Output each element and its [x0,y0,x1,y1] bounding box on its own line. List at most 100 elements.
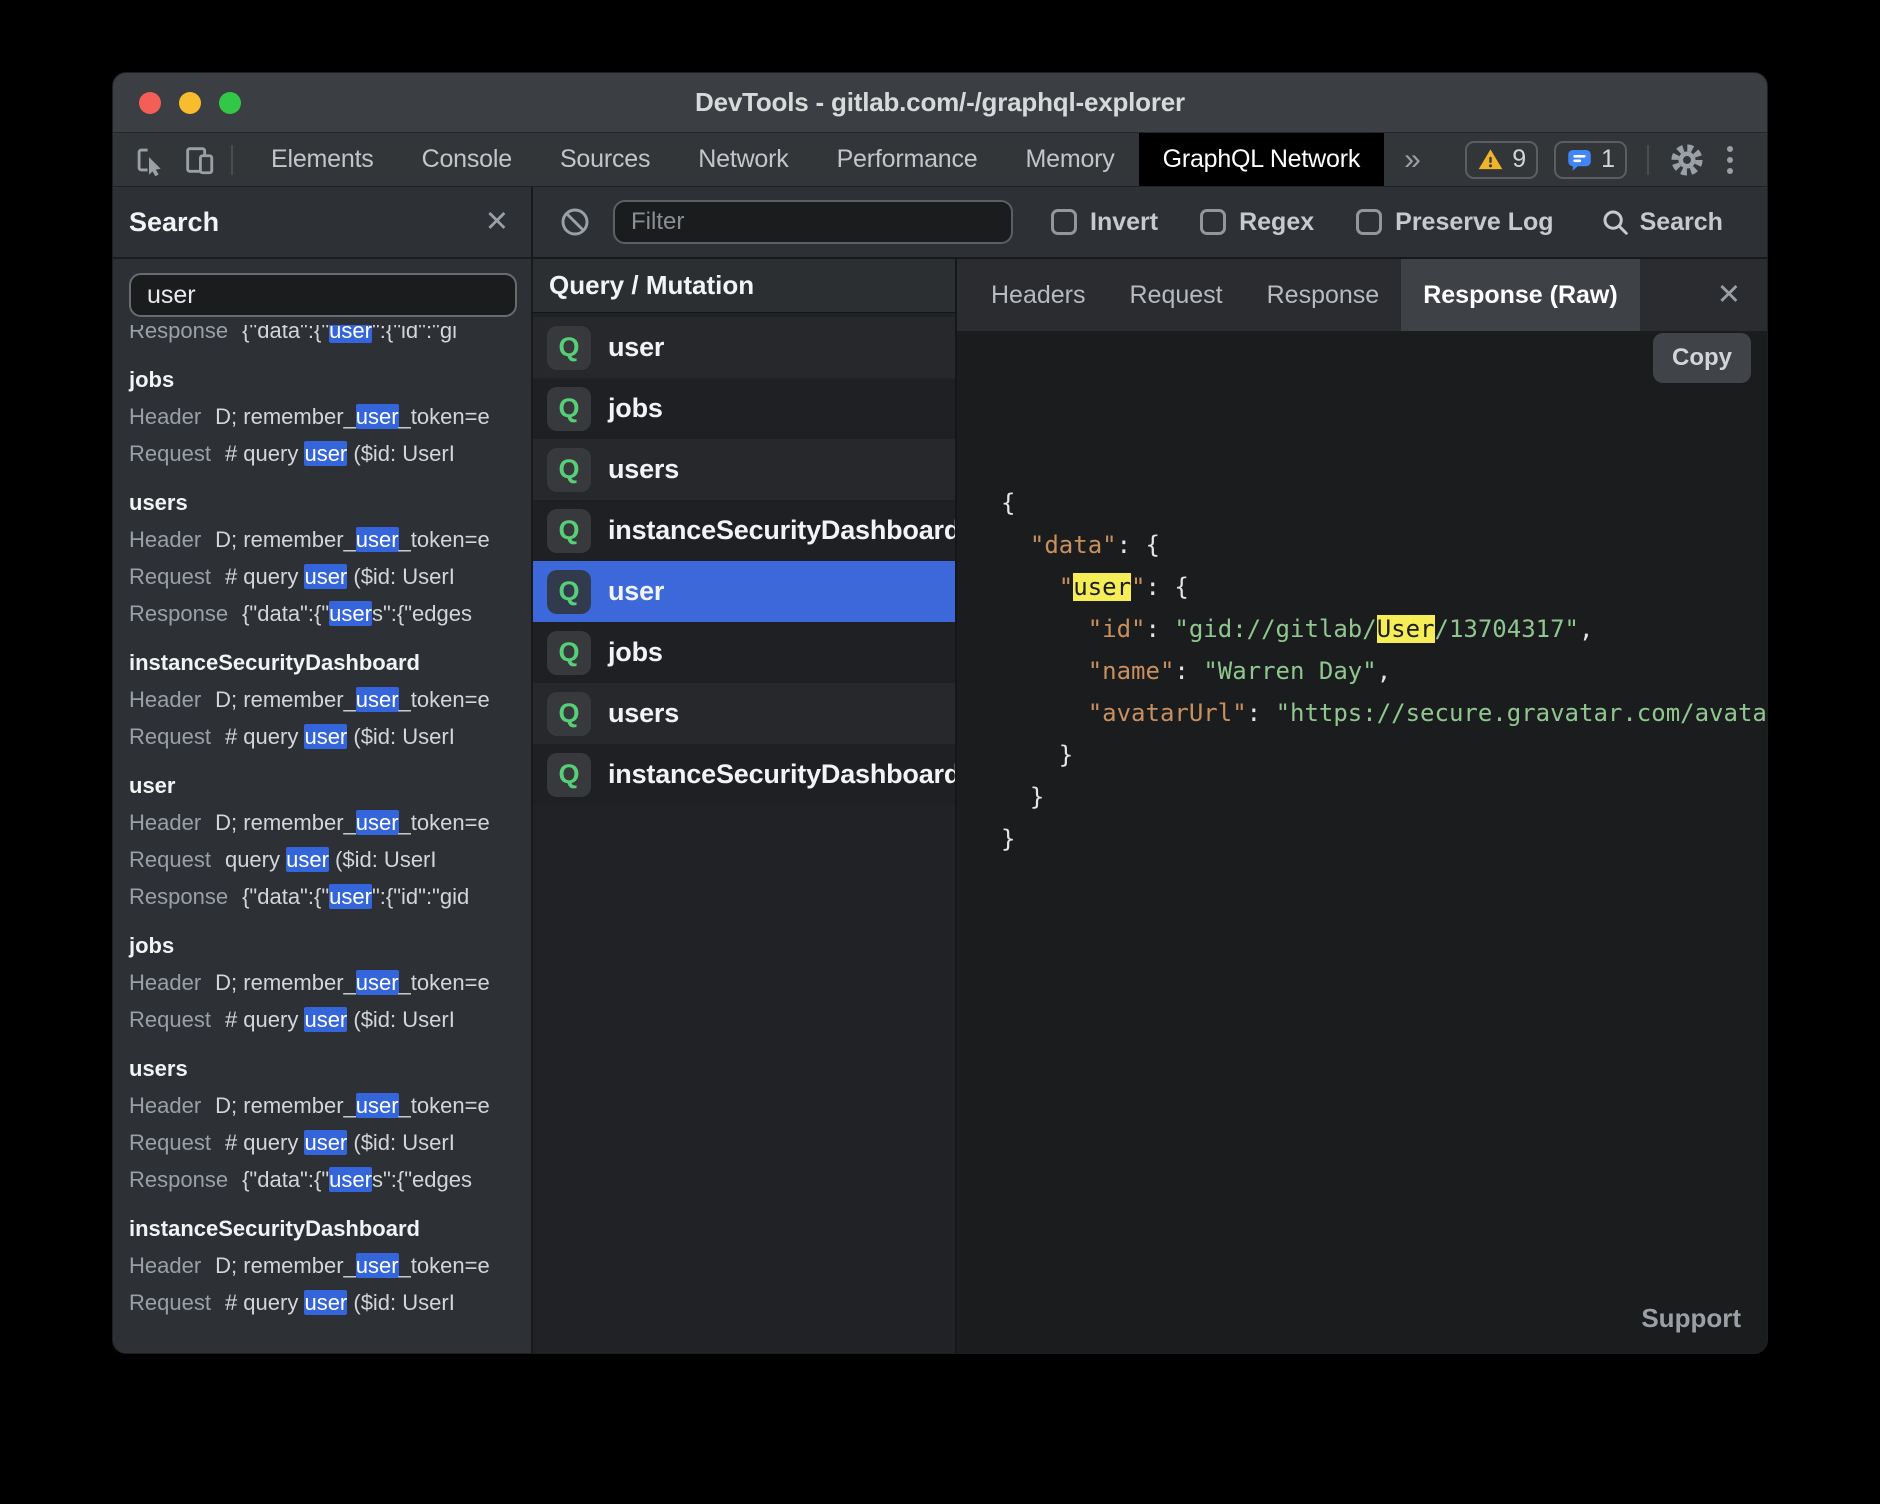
result-text-segment: # query [225,1290,305,1315]
response-tab-response-raw[interactable]: Response (Raw) [1401,259,1639,331]
support-link[interactable]: Support [1641,1297,1741,1339]
search-result-line[interactable]: HeaderD; remember_user_token=e [129,804,531,841]
search-result-line[interactable]: HeaderD; remember_user_token=e [129,1247,531,1284]
query-row-jobs[interactable]: Qjobs [533,378,955,439]
search-result-line[interactable]: HeaderD; remember_user_token=e [129,398,531,435]
preserve-log-checkbox-item[interactable]: Preserve Log [1356,208,1553,237]
result-text-segment: _token=e [399,970,490,995]
search-result-line[interactable]: Response{"data":{"users":{"edges [129,1161,531,1198]
result-text-segment: ($id: UserI [347,724,455,749]
copy-button[interactable]: Copy [1653,333,1751,383]
query-row-label: user [608,332,664,363]
tab-sources[interactable]: Sources [536,133,674,186]
result-line-text: # query user ($id: UserI [225,564,455,589]
query-row-users[interactable]: Qusers [533,683,955,744]
result-line-text: query user ($id: UserI [225,847,437,872]
search-result-line[interactable]: Request# query user ($id: UserI [129,558,531,595]
filter-input[interactable] [613,200,1013,244]
search-result-line[interactable]: Request# query user ($id: UserI [129,1001,531,1038]
search-result-group-title: users [129,1050,531,1087]
search-result-line[interactable]: Response{"data":{"user":{"id":"gi [129,325,531,349]
match-highlight: user [356,1093,399,1118]
close-search-icon[interactable]: ✕ [485,208,509,237]
result-line-label: Request [129,1007,211,1032]
filter-checkboxes: Invert Regex Preserve Log [1051,208,1554,237]
toolbar-separator [1647,145,1649,175]
regex-checkbox-item[interactable]: Regex [1200,208,1314,237]
regex-checkbox-label: Regex [1239,208,1314,237]
block-icon[interactable] [559,206,591,238]
json-segment: } [1001,741,1073,769]
query-row-jobs[interactable]: Qjobs [533,622,955,683]
zoom-window-button[interactable] [219,92,241,114]
inspect-element-icon[interactable] [131,142,167,178]
query-row-user[interactable]: Quser [533,317,955,378]
more-tabs-chevron-icon[interactable]: » [1384,133,1441,186]
json-segment: "avatarUrl" [1088,699,1247,727]
tab-performance[interactable]: Performance [813,133,1002,186]
query-row-label: jobs [608,637,663,668]
device-toolbar-icon[interactable] [181,142,217,178]
query-type-badge: Q [547,387,591,431]
result-text-segment: ($id: UserI [329,847,437,872]
json-body: { "data": { "user": { "id": "gid://gitla… [1001,482,1767,860]
result-text-segment: # query [225,1007,305,1032]
tab-elements[interactable]: Elements [247,133,398,186]
response-tab-response[interactable]: Response [1245,259,1402,331]
result-text-segment: query [225,847,286,872]
query-row-user-selected[interactable]: Quser [533,561,955,622]
search-result-line[interactable]: Requestquery user ($id: UserI [129,841,531,878]
json-segment [1001,615,1088,643]
search-panel: Search ✕ Response{"data":{"user":{"id":"… [113,187,533,1353]
messages-badge[interactable]: 1 [1554,141,1627,179]
search-input[interactable] [129,273,517,317]
minimize-window-button[interactable] [179,92,201,114]
search-result-line[interactable]: Request# query user ($id: UserI [129,435,531,472]
result-text-segment: D; remember_ [215,1093,356,1118]
tab-console[interactable]: Console [398,133,536,186]
tab-graphql-network[interactable]: GraphQL Network [1139,133,1385,186]
search-result-line[interactable]: HeaderD; remember_user_token=e [129,1087,531,1124]
warnings-badge[interactable]: 9 [1465,141,1538,179]
json-line: { [1001,482,1767,524]
search-result-line[interactable]: Response{"data":{"users":{"edges [129,595,531,632]
devtools-tabs: ElementsConsoleSourcesNetworkPerformance… [247,133,1384,186]
result-text-segment: D; remember_ [215,810,356,835]
json-segment: } [1001,825,1015,853]
query-row-instancesecuritydashboard[interactable]: QinstanceSecurityDashboard [533,500,955,561]
regex-checkbox[interactable] [1200,209,1226,235]
preserve-log-checkbox-label: Preserve Log [1395,208,1553,237]
search-result-line[interactable]: Request# query user ($id: UserI [129,1124,531,1161]
result-line-text: D; remember_user_token=e [215,1093,490,1118]
search-result-line[interactable]: Request# query user ($id: UserI [129,718,531,755]
traffic-lights [139,73,241,132]
tab-memory[interactable]: Memory [1001,133,1138,186]
json-segment: "gid://gitlab/ [1174,615,1376,643]
search-result-line[interactable]: Response{"data":{"user":{"id":"gid [129,878,531,915]
search-result-line[interactable]: HeaderD; remember_user_token=e [129,521,531,558]
response-tab-headers[interactable]: Headers [969,259,1108,331]
invert-checkbox-item[interactable]: Invert [1051,208,1158,237]
tab-network[interactable]: Network [674,133,812,186]
response-tab-request[interactable]: Request [1108,259,1245,331]
close-response-icon[interactable]: ✕ [1717,259,1767,331]
invert-checkbox[interactable] [1051,209,1077,235]
query-row-instancesecuritydashboard[interactable]: QinstanceSecurityDashboard [533,744,955,805]
preserve-log-checkbox[interactable] [1356,209,1382,235]
search-result-line[interactable]: HeaderD; remember_user_token=e [129,681,531,718]
match-highlight: user [304,1007,347,1032]
search-tool[interactable]: Search [1600,207,1723,237]
result-line-text: {"data":{"users":{"edges [242,601,472,626]
match-highlight: user [329,325,372,343]
search-result-line[interactable]: HeaderD; remember_user_token=e [129,964,531,1001]
json-segment: : [1146,615,1175,643]
result-line-text: D; remember_user_token=e [215,527,490,552]
kebab-menu-icon[interactable] [1721,146,1739,174]
search-result-line[interactable]: Request# query user ($id: UserI [129,1284,531,1321]
close-window-button[interactable] [139,92,161,114]
query-row-label: users [608,454,679,485]
query-row-users[interactable]: Qusers [533,439,955,500]
result-line-text: D; remember_user_token=e [215,687,490,712]
settings-gear-icon[interactable] [1669,142,1705,178]
result-line-label: Request [129,441,211,466]
